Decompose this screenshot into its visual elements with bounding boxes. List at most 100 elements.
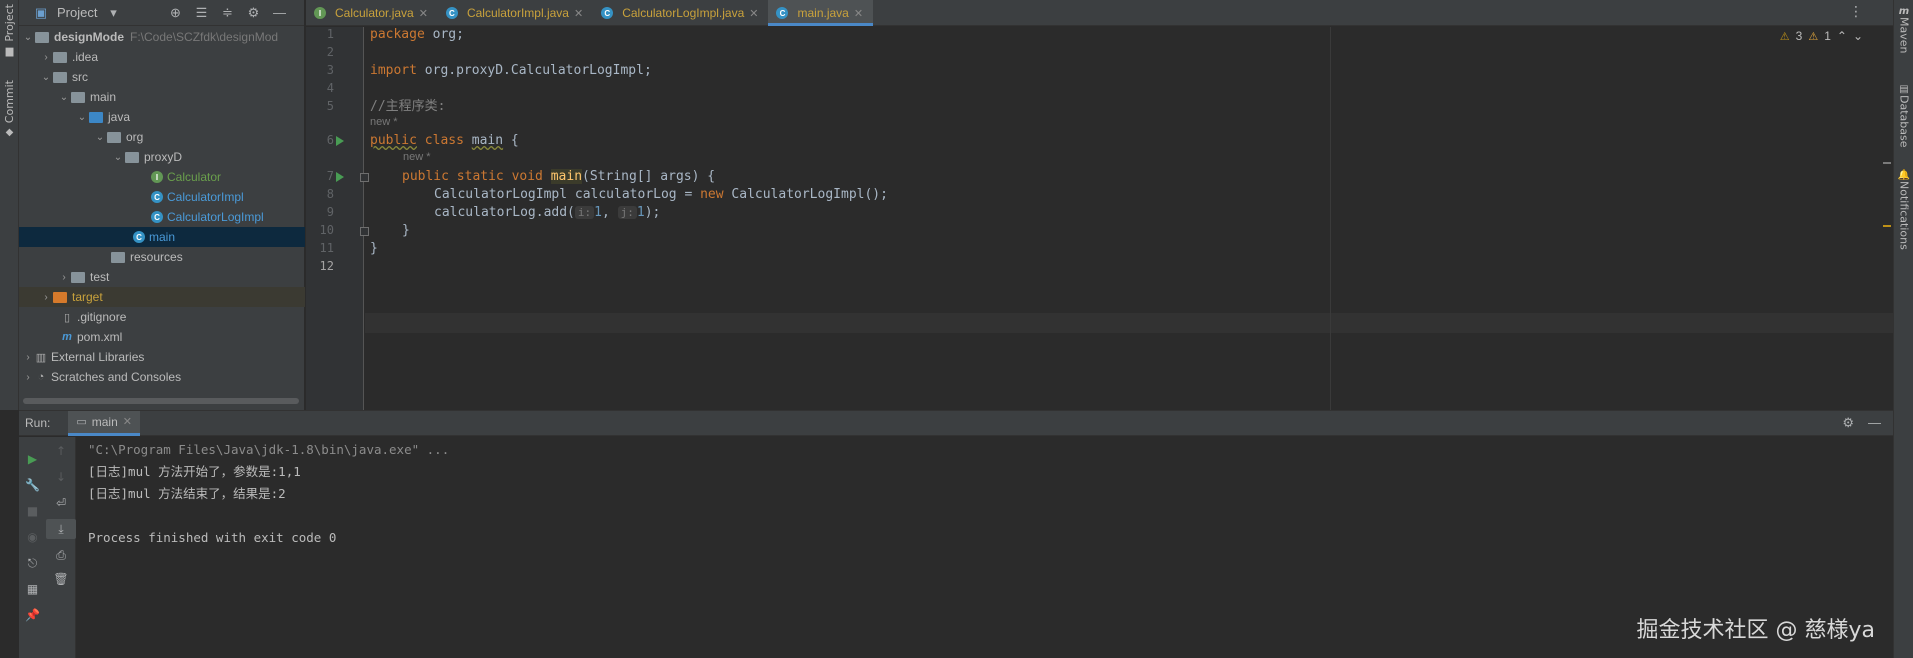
rerun-icon[interactable]: ▶ bbox=[19, 449, 46, 469]
gear-icon[interactable]: ⚙ bbox=[1842, 415, 1854, 431]
chevron-down-icon[interactable]: ⌄ bbox=[1853, 29, 1863, 43]
tree-item-label: resources bbox=[130, 250, 183, 264]
tree-item-calculatorlogimpl[interactable]: C CalculatorLogImpl bbox=[19, 207, 305, 227]
commit-tool-tab[interactable]: Commit ◆ bbox=[0, 80, 19, 138]
tree-item-label: designMode bbox=[54, 30, 125, 44]
hide-icon[interactable]: — bbox=[269, 3, 289, 23]
chevron-right-icon[interactable]: › bbox=[57, 272, 71, 283]
tab-main-java[interactable]: C main.java ✕ bbox=[768, 0, 874, 26]
close-icon[interactable]: ✕ bbox=[123, 415, 132, 428]
code-text: org; bbox=[424, 27, 464, 42]
close-icon[interactable]: ✕ bbox=[749, 7, 758, 20]
chevron-down-icon[interactable]: ⌄ bbox=[39, 72, 53, 83]
run-header-actions: ⚙ — bbox=[1842, 415, 1881, 431]
tab-calculatorlogimpl-java[interactable]: C CalculatorLogImpl.java ✕ bbox=[593, 0, 768, 26]
tree-item-org[interactable]: ⌄ org bbox=[19, 127, 305, 147]
run-tab-main[interactable]: ▭ main ✕ bbox=[68, 410, 140, 436]
line-number: 3 bbox=[326, 63, 334, 77]
tab-label: CalculatorLogImpl.java bbox=[622, 6, 745, 20]
runnable-class-icon: C bbox=[133, 231, 145, 243]
database-icon: ▤ bbox=[1899, 84, 1909, 95]
tree-item-main-folder[interactable]: ⌄ main bbox=[19, 87, 305, 107]
maven-tool-tab[interactable]: m Maven bbox=[1894, 6, 1913, 53]
soft-wrap-icon[interactable]: ⏎ bbox=[46, 493, 76, 513]
chevron-right-icon[interactable]: › bbox=[21, 352, 35, 363]
close-icon[interactable]: ✕ bbox=[574, 7, 583, 20]
tree-item-scratches[interactable]: › ◔ Scratches and Consoles bbox=[19, 367, 305, 387]
tree-item-label: CalculatorImpl bbox=[167, 190, 244, 204]
fold-icon[interactable] bbox=[360, 173, 369, 182]
chevron-down-icon[interactable]: ▾ bbox=[103, 3, 123, 23]
fold-icon[interactable] bbox=[360, 227, 369, 236]
code-vision-hint[interactable]: new * bbox=[403, 151, 431, 163]
chevron-right-icon[interactable]: › bbox=[39, 52, 53, 63]
tree-item-calculator[interactable]: I Calculator bbox=[19, 167, 305, 187]
exit-icon[interactable]: ⎋ bbox=[19, 553, 46, 573]
code-text: ); bbox=[644, 205, 661, 220]
expand-all-icon[interactable]: ☰ bbox=[191, 3, 211, 23]
camera-icon[interactable]: ◉ bbox=[19, 527, 46, 547]
hide-icon[interactable]: — bbox=[1868, 415, 1881, 431]
tree-item-java[interactable]: ⌄ java bbox=[19, 107, 305, 127]
tree-item-calculatorimpl[interactable]: C CalculatorImpl bbox=[19, 187, 305, 207]
tree-item-designmode[interactable]: ⌄ designMode F:\Code\SCZfdk\designMod bbox=[19, 27, 305, 47]
wrench-icon[interactable]: 🔧 bbox=[19, 475, 46, 495]
tab-calculatorimpl-java[interactable]: C CalculatorImpl.java ✕ bbox=[438, 0, 593, 26]
project-tool-tab[interactable]: Project ▆ bbox=[0, 4, 19, 57]
weak-warning-count: 1 bbox=[1824, 29, 1831, 43]
code-editor[interactable]: 1 2 3 4 5 6 7 8 9 10 11 12 package org; … bbox=[306, 27, 1893, 410]
tree-item-gitignore[interactable]: ▯ .gitignore bbox=[19, 307, 305, 327]
tree-item-main-class[interactable]: C main bbox=[19, 227, 305, 247]
layout-icon[interactable]: ▦ bbox=[19, 579, 46, 599]
chevron-up-icon[interactable]: ⌃ bbox=[1837, 29, 1847, 43]
close-icon[interactable]: ✕ bbox=[854, 7, 863, 20]
tree-item-pom[interactable]: m pom.xml bbox=[19, 327, 305, 347]
pin-icon[interactable]: 📌 bbox=[19, 605, 46, 625]
tree-item-resources[interactable]: resources bbox=[19, 247, 305, 267]
chevron-right-icon[interactable]: › bbox=[39, 292, 53, 303]
maven-file-icon: m bbox=[62, 331, 72, 343]
chevron-down-icon[interactable]: ⌄ bbox=[57, 92, 71, 103]
tree-item-src[interactable]: ⌄ src bbox=[19, 67, 305, 87]
print-icon[interactable]: ⎙ bbox=[46, 545, 76, 565]
database-tool-tab[interactable]: ▤ Database bbox=[1894, 84, 1913, 148]
run-icon[interactable] bbox=[336, 172, 344, 182]
arrow-up-icon[interactable]: ↑ bbox=[46, 441, 76, 461]
console-output[interactable]: "C:\Program Files\Java\jdk-1.8\bin\java.… bbox=[88, 439, 449, 549]
stop-icon[interactable]: ■ bbox=[19, 501, 46, 521]
code-vision-hint[interactable]: new * bbox=[370, 116, 398, 128]
chevron-right-icon[interactable]: › bbox=[21, 372, 35, 383]
tree-item-idea[interactable]: › .idea bbox=[19, 47, 305, 67]
horizontal-scrollbar[interactable] bbox=[23, 398, 299, 404]
run-icon[interactable] bbox=[336, 136, 344, 146]
tree-item-test[interactable]: › test bbox=[19, 267, 305, 287]
scroll-to-end-icon[interactable]: ⤓ bbox=[46, 519, 76, 539]
trash-icon[interactable]: 🗑 bbox=[46, 569, 76, 589]
chevron-down-icon[interactable]: ⌄ bbox=[21, 32, 35, 43]
line-number: 12 bbox=[319, 259, 334, 273]
folder-icon bbox=[53, 71, 67, 83]
line-number: 10 bbox=[319, 223, 334, 237]
tab-calculator-java[interactable]: I Calculator.java ✕ bbox=[306, 0, 438, 26]
locate-icon[interactable]: ⊕ bbox=[165, 3, 185, 23]
inspection-widget[interactable]: ⚠ 3 ⚠ 1 ⌃ ⌄ bbox=[1780, 27, 1863, 45]
chevron-down-icon[interactable]: ⌄ bbox=[75, 112, 89, 123]
project-view-dropdown[interactable]: Project bbox=[57, 5, 97, 20]
tree-item-external-libraries[interactable]: › ▥ External Libraries bbox=[19, 347, 305, 367]
notifications-tool-tab[interactable]: 🔔 Notifications bbox=[1894, 170, 1913, 250]
tree-item-proxyd[interactable]: ⌄ proxyD bbox=[19, 147, 305, 167]
gear-icon[interactable]: ⚙ bbox=[243, 3, 263, 23]
folder-icon bbox=[53, 51, 67, 63]
folder-icon: ▆ bbox=[5, 45, 14, 57]
collapse-all-icon[interactable]: ≑ bbox=[217, 3, 237, 23]
more-icon[interactable]: ⋮ bbox=[1849, 4, 1863, 20]
editor-scrollbar[interactable] bbox=[1883, 47, 1891, 402]
project-panel: ▣ Project ▾ ⊕ ☰ ≑ ⚙ — ⌄ designMode F:\Co… bbox=[19, 0, 305, 410]
class-name: main bbox=[471, 133, 504, 148]
chevron-down-icon[interactable]: ⌄ bbox=[111, 152, 125, 163]
chevron-down-icon[interactable]: ⌄ bbox=[93, 132, 107, 143]
arrow-down-icon[interactable]: ↓ bbox=[46, 467, 76, 487]
tree-item-target[interactable]: › target bbox=[19, 287, 305, 307]
code-line-9: calculatorLog.add(i: 1, j: 1); bbox=[434, 204, 660, 222]
close-icon[interactable]: ✕ bbox=[419, 7, 428, 20]
